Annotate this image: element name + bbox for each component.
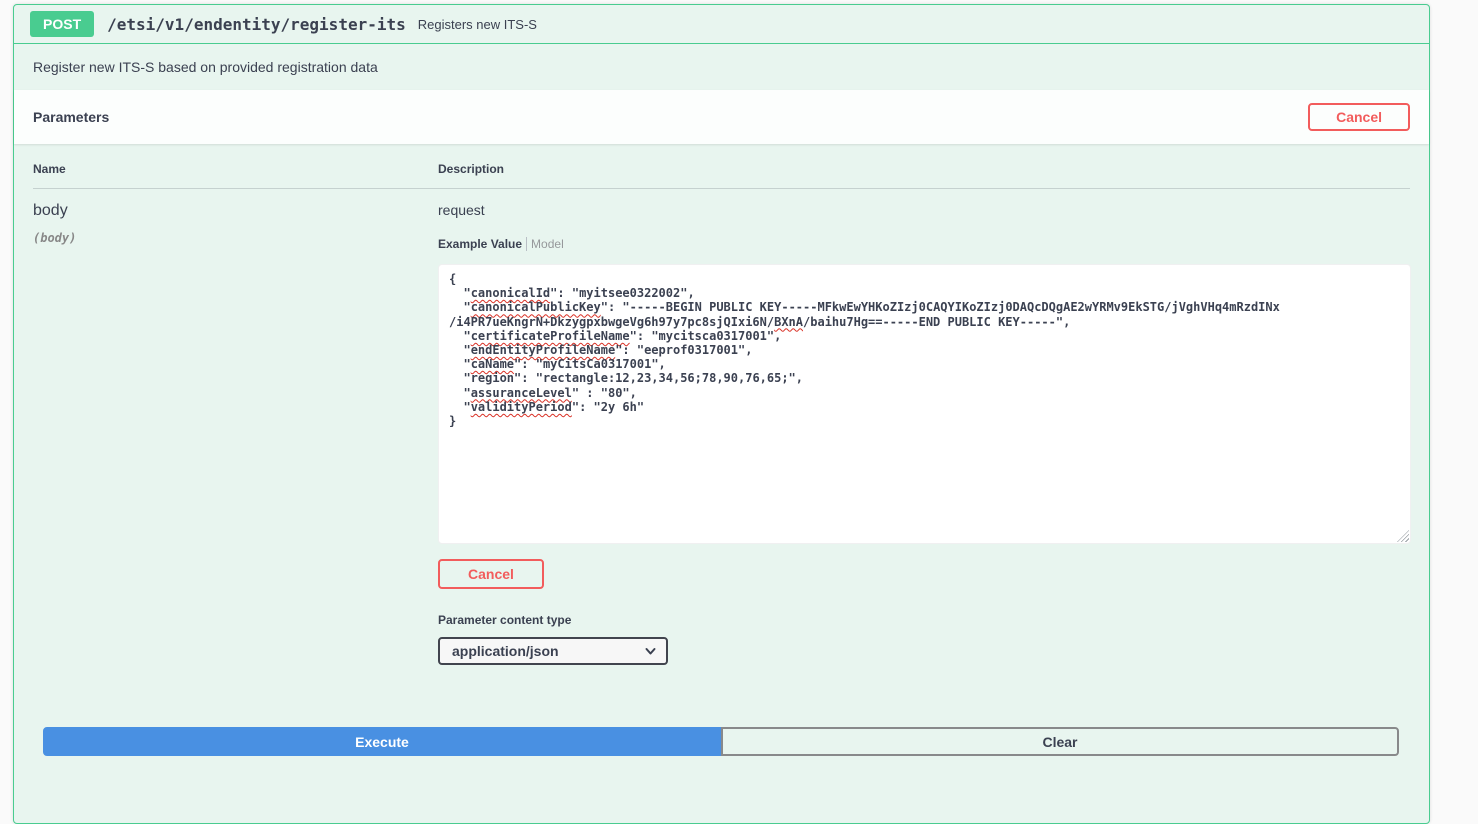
execute-row: Execute Clear bbox=[43, 727, 1399, 756]
content-type-label: Parameter content type bbox=[438, 613, 1411, 627]
parameters-section-header: Parameters Cancel bbox=[14, 90, 1429, 144]
endpoint-path: /etsi/v1/endentity/register-its bbox=[107, 15, 406, 34]
parameters-column-headers: Name Description bbox=[33, 162, 1410, 189]
operation-summary-row[interactable]: POST /etsi/v1/endentity/register-its Reg… bbox=[14, 5, 1429, 44]
parameters-title: Parameters bbox=[33, 109, 109, 125]
parameters-table: Name Description body (body) request Exa… bbox=[14, 144, 1429, 665]
param-name-cell: body (body) bbox=[33, 202, 438, 665]
param-description-cell: request Example Value Model { "canonical… bbox=[438, 202, 1411, 665]
operation-block: POST /etsi/v1/endentity/register-its Reg… bbox=[13, 4, 1430, 824]
body-editor-text[interactable]: { "canonicalId": "myitsee0322002", "cano… bbox=[439, 265, 1410, 435]
operation-description: Register new ITS-S based on provided reg… bbox=[14, 44, 1429, 90]
column-header-name: Name bbox=[33, 162, 438, 176]
execute-button[interactable]: Execute bbox=[43, 727, 721, 756]
tab-example-value[interactable]: Example Value bbox=[438, 237, 526, 251]
cancel-operation-button[interactable]: Cancel bbox=[1308, 103, 1410, 131]
resize-handle[interactable] bbox=[1397, 530, 1409, 542]
model-tabs: Example Value Model bbox=[438, 237, 1411, 251]
param-name: body bbox=[33, 202, 438, 220]
endpoint-summary: Registers new ITS-S bbox=[418, 17, 537, 32]
body-editor[interactable]: { "canonicalId": "myitsee0322002", "cano… bbox=[438, 264, 1411, 544]
method-badge: POST bbox=[30, 11, 94, 37]
param-kind: (body) bbox=[33, 231, 438, 245]
column-header-description: Description bbox=[438, 162, 1410, 176]
tab-model[interactable]: Model bbox=[527, 237, 564, 251]
param-description: request bbox=[438, 202, 1411, 218]
clear-button[interactable]: Clear bbox=[721, 727, 1399, 756]
content-type-select[interactable]: application/json bbox=[438, 637, 668, 665]
content-type-select-wrap: application/json bbox=[438, 637, 668, 665]
cancel-edit-button[interactable]: Cancel bbox=[438, 559, 544, 589]
table-row: body (body) request Example Value Model … bbox=[33, 189, 1410, 665]
